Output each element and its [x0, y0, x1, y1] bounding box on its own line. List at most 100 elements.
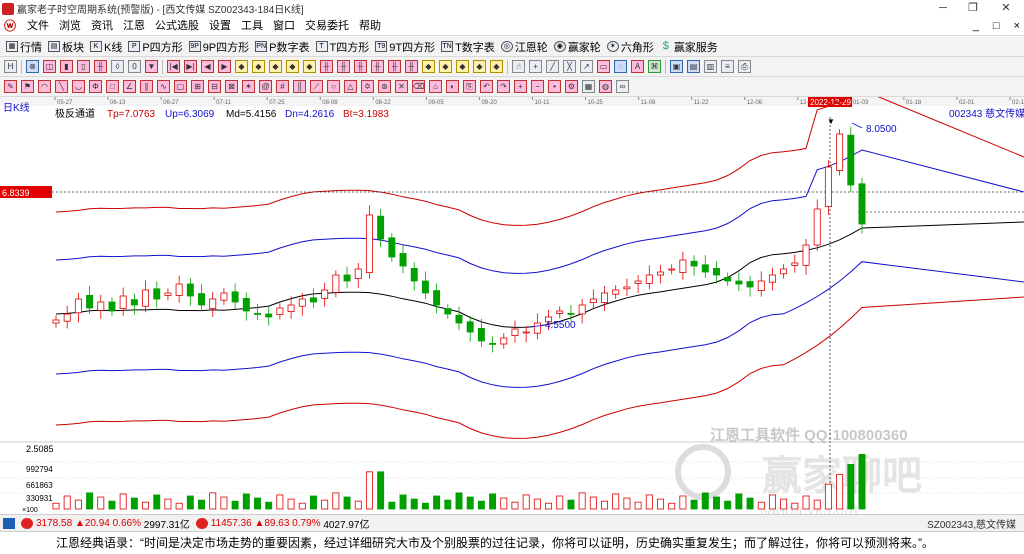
fan-1-icon[interactable]: ╫	[320, 60, 333, 73]
menu-tools[interactable]: 工具	[236, 17, 268, 36]
diamond-4-icon[interactable]: ◆	[286, 60, 299, 73]
menu-trade[interactable]: 交易委托	[300, 17, 354, 36]
diamond-6-icon[interactable]: ◆	[422, 60, 435, 73]
diamond-10-icon[interactable]: ◆	[490, 60, 503, 73]
grid-menu-icon[interactable]: H	[4, 60, 17, 73]
fan-4-icon[interactable]: ╫	[371, 60, 384, 73]
channel-icon[interactable]: ∥	[140, 80, 153, 93]
fan-2-icon[interactable]: ╫	[337, 60, 350, 73]
menu-formula[interactable]: 公式选股	[150, 17, 204, 36]
kline-button[interactable]: K K线	[90, 39, 122, 55]
diamond-2-icon[interactable]: ◆	[252, 60, 265, 73]
sheet-icon[interactable]: ▥	[704, 60, 717, 73]
next-icon[interactable]: ▶	[218, 60, 231, 73]
box-icon[interactable]: ▢	[174, 80, 187, 93]
print-icon[interactable]: ⎙	[738, 60, 751, 73]
line-icon[interactable]: ╱	[546, 60, 559, 73]
time-icon[interactable]: ⊞	[191, 80, 204, 93]
crosshair-icon[interactable]: +	[529, 60, 542, 73]
p-table-button[interactable]: PN P数字表	[255, 39, 310, 55]
wave-icon[interactable]: ∿	[157, 80, 170, 93]
table-icon[interactable]: ▦	[582, 80, 595, 93]
diamond-8-icon[interactable]: ◆	[456, 60, 469, 73]
diamond-9-icon[interactable]: ◆	[473, 60, 486, 73]
copy-icon[interactable]: ⎘	[463, 80, 476, 93]
period-icon[interactable]: ◫	[43, 60, 56, 73]
menu-file[interactable]: 文件	[22, 17, 54, 36]
diamond-5-icon[interactable]: ◆	[303, 60, 316, 73]
clear-icon[interactable]: ⌫	[412, 80, 425, 93]
quotes-button[interactable]: ▦ 行情	[6, 39, 42, 55]
zero-icon[interactable]: 0	[128, 60, 141, 73]
flag-icon[interactable]: ⚑	[21, 80, 34, 93]
candle-hollow-icon[interactable]: ▯	[77, 60, 90, 73]
prev-icon[interactable]: ◀	[201, 60, 214, 73]
wheel-icon[interactable]: ⊛	[378, 80, 391, 93]
report-icon[interactable]: ≡	[721, 60, 734, 73]
sz-index-value[interactable]: 11457.36	[211, 518, 252, 529]
save-icon[interactable]: ▣	[670, 60, 683, 73]
arc-icon[interactable]: ◡	[72, 80, 85, 93]
kline-chart-panel[interactable]: 05-27 06-13 06-27 07-11 07-25 08-08 08-22 09-05…	[0, 89, 1024, 519]
redo-icon[interactable]: ↷	[497, 80, 510, 93]
diamond-3-icon[interactable]: ◆	[269, 60, 282, 73]
last-icon[interactable]: ▶|	[184, 60, 197, 73]
first-icon[interactable]: |◀	[167, 60, 180, 73]
ellipse-icon[interactable]: ◌	[614, 60, 627, 73]
pen-icon[interactable]: ✎	[4, 80, 17, 93]
mark-point-icon[interactable]: •	[548, 80, 561, 93]
fan-3-icon[interactable]: ╫	[354, 60, 367, 73]
menu-browse[interactable]: 浏览	[54, 17, 86, 36]
zoom-in-icon[interactable]: +	[514, 80, 527, 93]
mark-icon[interactable]: ▼	[145, 60, 158, 73]
circle-icon[interactable]: ○	[327, 80, 340, 93]
gann-box-icon[interactable]: ⊠	[225, 80, 238, 93]
speed-icon[interactable]: ⟋	[310, 80, 323, 93]
child-restore-button[interactable]: □	[993, 17, 1000, 36]
hide-icon[interactable]: ◐	[446, 80, 459, 93]
infinity-icon[interactable]: ∞	[616, 80, 629, 93]
p-square-button[interactable]: P P四方形	[128, 39, 183, 55]
fan-6-icon[interactable]: ╫	[405, 60, 418, 73]
child-close-button[interactable]: ×	[1014, 17, 1020, 36]
ray-icon[interactable]: ↗	[580, 60, 593, 73]
winner-wheel-button[interactable]: ◉ 赢家轮	[553, 39, 601, 55]
star-icon[interactable]: ✶	[242, 80, 255, 93]
diamond-7-icon[interactable]: ◆	[439, 60, 452, 73]
child-minimize-button[interactable]: _	[973, 17, 979, 36]
gann-wheel-button[interactable]: ◎ 江恩轮	[500, 39, 548, 55]
diamond-1-icon[interactable]: ◆	[235, 60, 248, 73]
text-icon[interactable]: A	[631, 60, 644, 73]
menu-settings[interactable]: 设置	[204, 17, 236, 36]
t-table-button[interactable]: TN T数字表	[441, 39, 495, 55]
minimize-button[interactable]: ─	[928, 0, 958, 17]
undo-icon[interactable]: ↶	[480, 80, 493, 93]
layout-icon[interactable]: ▤	[687, 60, 700, 73]
9p-square-button[interactable]: 9P 9P四方形	[188, 39, 249, 55]
period-cycle-icon[interactable]: ◠	[38, 80, 51, 93]
square-icon[interactable]: □	[106, 80, 119, 93]
lock-icon[interactable]: ⌂	[429, 80, 442, 93]
hexagram-icon[interactable]: ✡	[361, 80, 374, 93]
t-square-button[interactable]: T T四方形	[315, 39, 369, 55]
hand-icon[interactable]: ☝	[512, 60, 525, 73]
compare-icon[interactable]: ⊗	[26, 60, 39, 73]
sh-index-value[interactable]: 3178.58	[36, 518, 72, 529]
spiral-icon[interactable]: @	[259, 80, 272, 93]
angle-icon[interactable]: ∠	[123, 80, 136, 93]
rect-icon[interactable]: ▭	[597, 60, 610, 73]
menu-gann[interactable]: 江恩	[118, 17, 150, 36]
menu-info[interactable]: 资讯	[86, 17, 118, 36]
parallel-icon[interactable]: ╳	[563, 60, 576, 73]
delete-icon[interactable]: ✕	[395, 80, 408, 93]
winner-service-button[interactable]: $ 赢家服务	[660, 39, 718, 55]
menu-window[interactable]: 窗口	[268, 17, 300, 36]
9t-square-button[interactable]: T9 9T四方形	[375, 39, 435, 55]
trend-icon[interactable]: ╲	[55, 80, 68, 93]
kline-chart[interactable]: 05-27 06-13 06-27 07-11 07-25 08-08 08-22 09-05…	[0, 89, 1024, 519]
price-icon[interactable]: ⊟	[208, 80, 221, 93]
bar-chart-icon[interactable]: ╫	[94, 60, 107, 73]
hexagon-button[interactable]: ✶ 六角形	[606, 39, 654, 55]
maximize-button[interactable]: ❐	[958, 0, 988, 17]
zoom-out-icon[interactable]: −	[531, 80, 544, 93]
